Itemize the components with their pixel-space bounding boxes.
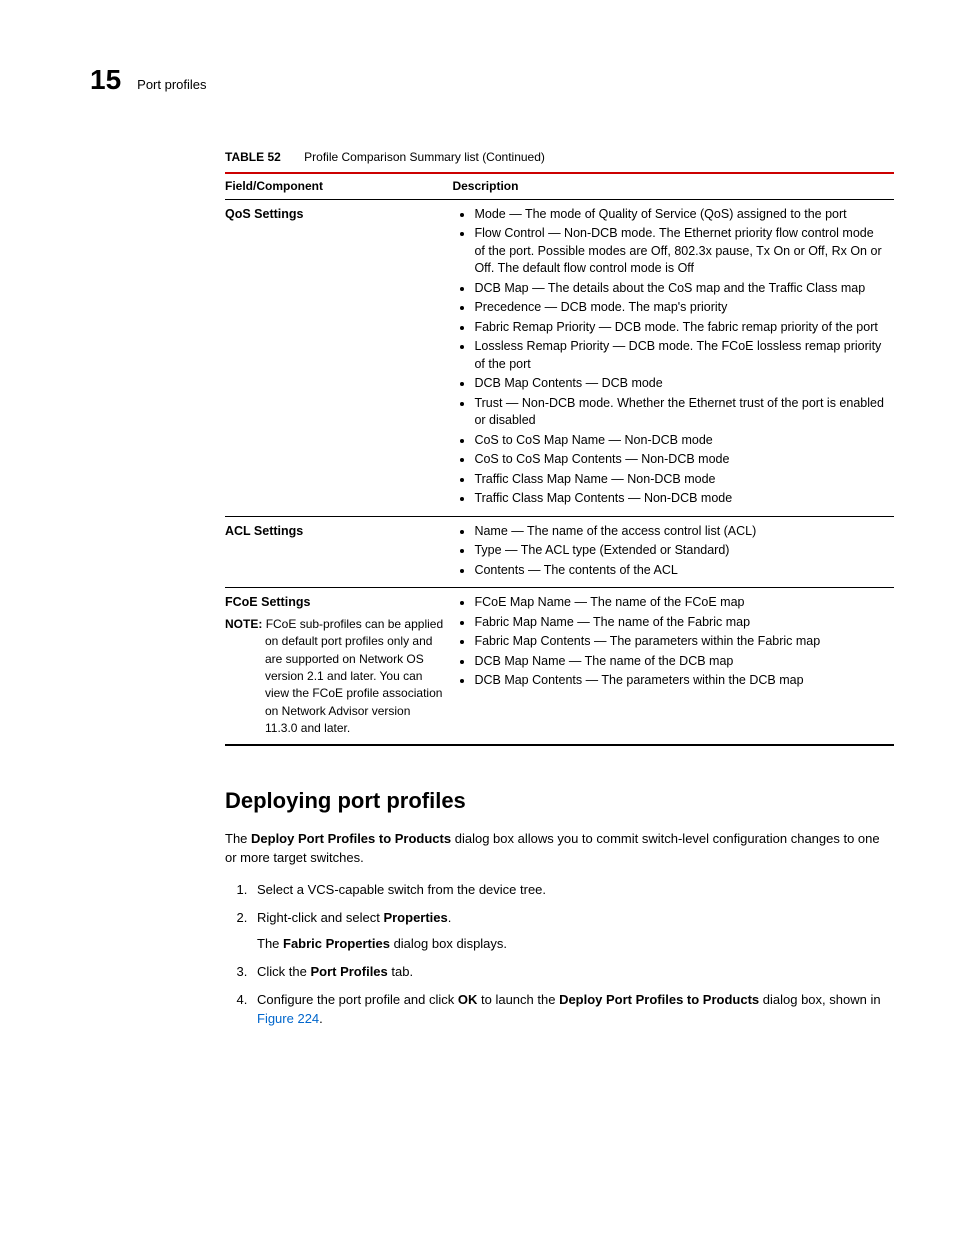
step-item: Select a VCS-capable switch from the dev… bbox=[251, 881, 894, 899]
list-item: DCB Map — The details about the CoS map … bbox=[474, 280, 886, 298]
text: . bbox=[319, 1011, 323, 1026]
list-item: Type — The ACL type (Extended or Standar… bbox=[474, 542, 886, 560]
note-block: NOTE: FCoE sub-profiles can be applied o… bbox=[225, 616, 444, 738]
field-name: QoS Settings bbox=[225, 206, 444, 224]
list-item: Mode — The mode of Quality of Service (Q… bbox=[474, 206, 886, 224]
sub-paragraph: The Fabric Properties dialog box display… bbox=[257, 935, 894, 953]
text: Configure the port profile and click bbox=[257, 992, 458, 1007]
bold-text: Port Profiles bbox=[310, 964, 387, 979]
note-label: NOTE: bbox=[225, 617, 262, 631]
field-name: FCoE Settings bbox=[225, 594, 444, 612]
list-item: FCoE Map Name — The name of the FCoE map bbox=[474, 594, 886, 612]
description-list: FCoE Map Name — The name of the FCoE map… bbox=[452, 594, 886, 690]
list-item: Lossless Remap Priority — DCB mode. The … bbox=[474, 338, 886, 373]
text: to launch the bbox=[477, 992, 559, 1007]
text: Right-click and select bbox=[257, 910, 383, 925]
profile-comparison-table: Field/Component Description QoS Settings… bbox=[225, 172, 894, 746]
chapter-title: Port profiles bbox=[137, 76, 206, 94]
table-caption: TABLE 52 Profile Comparison Summary list… bbox=[225, 149, 894, 166]
bold-text: Deploy Port Profiles to Products bbox=[251, 831, 451, 846]
list-item: CoS to CoS Map Contents — Non-DCB mode bbox=[474, 451, 886, 469]
list-item: Fabric Remap Priority — DCB mode. The fa… bbox=[474, 319, 886, 337]
text: The bbox=[225, 831, 251, 846]
description-list: Name — The name of the access control li… bbox=[452, 523, 886, 580]
list-item: Fabric Map Contents — The parameters wit… bbox=[474, 633, 886, 651]
text: dialog box, shown in bbox=[759, 992, 880, 1007]
list-item: Traffic Class Map Contents — Non-DCB mod… bbox=[474, 490, 886, 508]
step-item: Click the Port Profiles tab. bbox=[251, 963, 894, 981]
figure-link[interactable]: Figure 224 bbox=[257, 1011, 319, 1026]
page-header: 15 Port profiles bbox=[90, 60, 894, 99]
list-item: DCB Map Contents — DCB mode bbox=[474, 375, 886, 393]
step-item: Right-click and select Properties. The F… bbox=[251, 909, 894, 953]
field-name: ACL Settings bbox=[225, 523, 444, 541]
list-item: Trust — Non-DCB mode. Whether the Ethern… bbox=[474, 395, 886, 430]
bold-text: Properties bbox=[383, 910, 447, 925]
chapter-number: 15 bbox=[90, 60, 121, 99]
text: dialog box displays. bbox=[390, 936, 507, 951]
table-caption-label: TABLE 52 bbox=[225, 150, 281, 164]
table-row: FCoE Settings NOTE: FCoE sub-profiles ca… bbox=[225, 588, 894, 745]
list-item: Traffic Class Map Name — Non-DCB mode bbox=[474, 471, 886, 489]
list-item: DCB Map Name — The name of the DCB map bbox=[474, 653, 886, 671]
table-caption-text: Profile Comparison Summary list (Continu… bbox=[304, 150, 545, 164]
bold-text: Fabric Properties bbox=[283, 936, 390, 951]
bold-text: Deploy Port Profiles to Products bbox=[559, 992, 759, 1007]
table-header-field: Field/Component bbox=[225, 173, 452, 199]
list-item: Flow Control — Non-DCB mode. The Etherne… bbox=[474, 225, 886, 278]
text: tab. bbox=[388, 964, 413, 979]
list-item: Contents — The contents of the ACL bbox=[474, 562, 886, 580]
list-item: Name — The name of the access control li… bbox=[474, 523, 886, 541]
text: . bbox=[448, 910, 452, 925]
table-row: QoS Settings Mode — The mode of Quality … bbox=[225, 199, 894, 516]
list-item: DCB Map Contents — The parameters within… bbox=[474, 672, 886, 690]
table-header-description: Description bbox=[452, 173, 894, 199]
bold-text: OK bbox=[458, 992, 478, 1007]
steps-list: Select a VCS-capable switch from the dev… bbox=[225, 881, 894, 1028]
content-block: TABLE 52 Profile Comparison Summary list… bbox=[225, 149, 894, 1028]
text: Select a VCS-capable switch from the dev… bbox=[257, 882, 546, 897]
list-item: Fabric Map Name — The name of the Fabric… bbox=[474, 614, 886, 632]
step-item: Configure the port profile and click OK … bbox=[251, 991, 894, 1027]
table-row: ACL Settings Name — The name of the acce… bbox=[225, 516, 894, 588]
note-text: FCoE sub-profiles can be applied on defa… bbox=[265, 617, 443, 735]
section-heading: Deploying port profiles bbox=[225, 786, 894, 817]
text: The bbox=[257, 936, 283, 951]
description-list: Mode — The mode of Quality of Service (Q… bbox=[452, 206, 886, 508]
intro-paragraph: The Deploy Port Profiles to Products dia… bbox=[225, 830, 894, 866]
list-item: Precedence — DCB mode. The map's priorit… bbox=[474, 299, 886, 317]
text: Click the bbox=[257, 964, 310, 979]
list-item: CoS to CoS Map Name — Non-DCB mode bbox=[474, 432, 886, 450]
